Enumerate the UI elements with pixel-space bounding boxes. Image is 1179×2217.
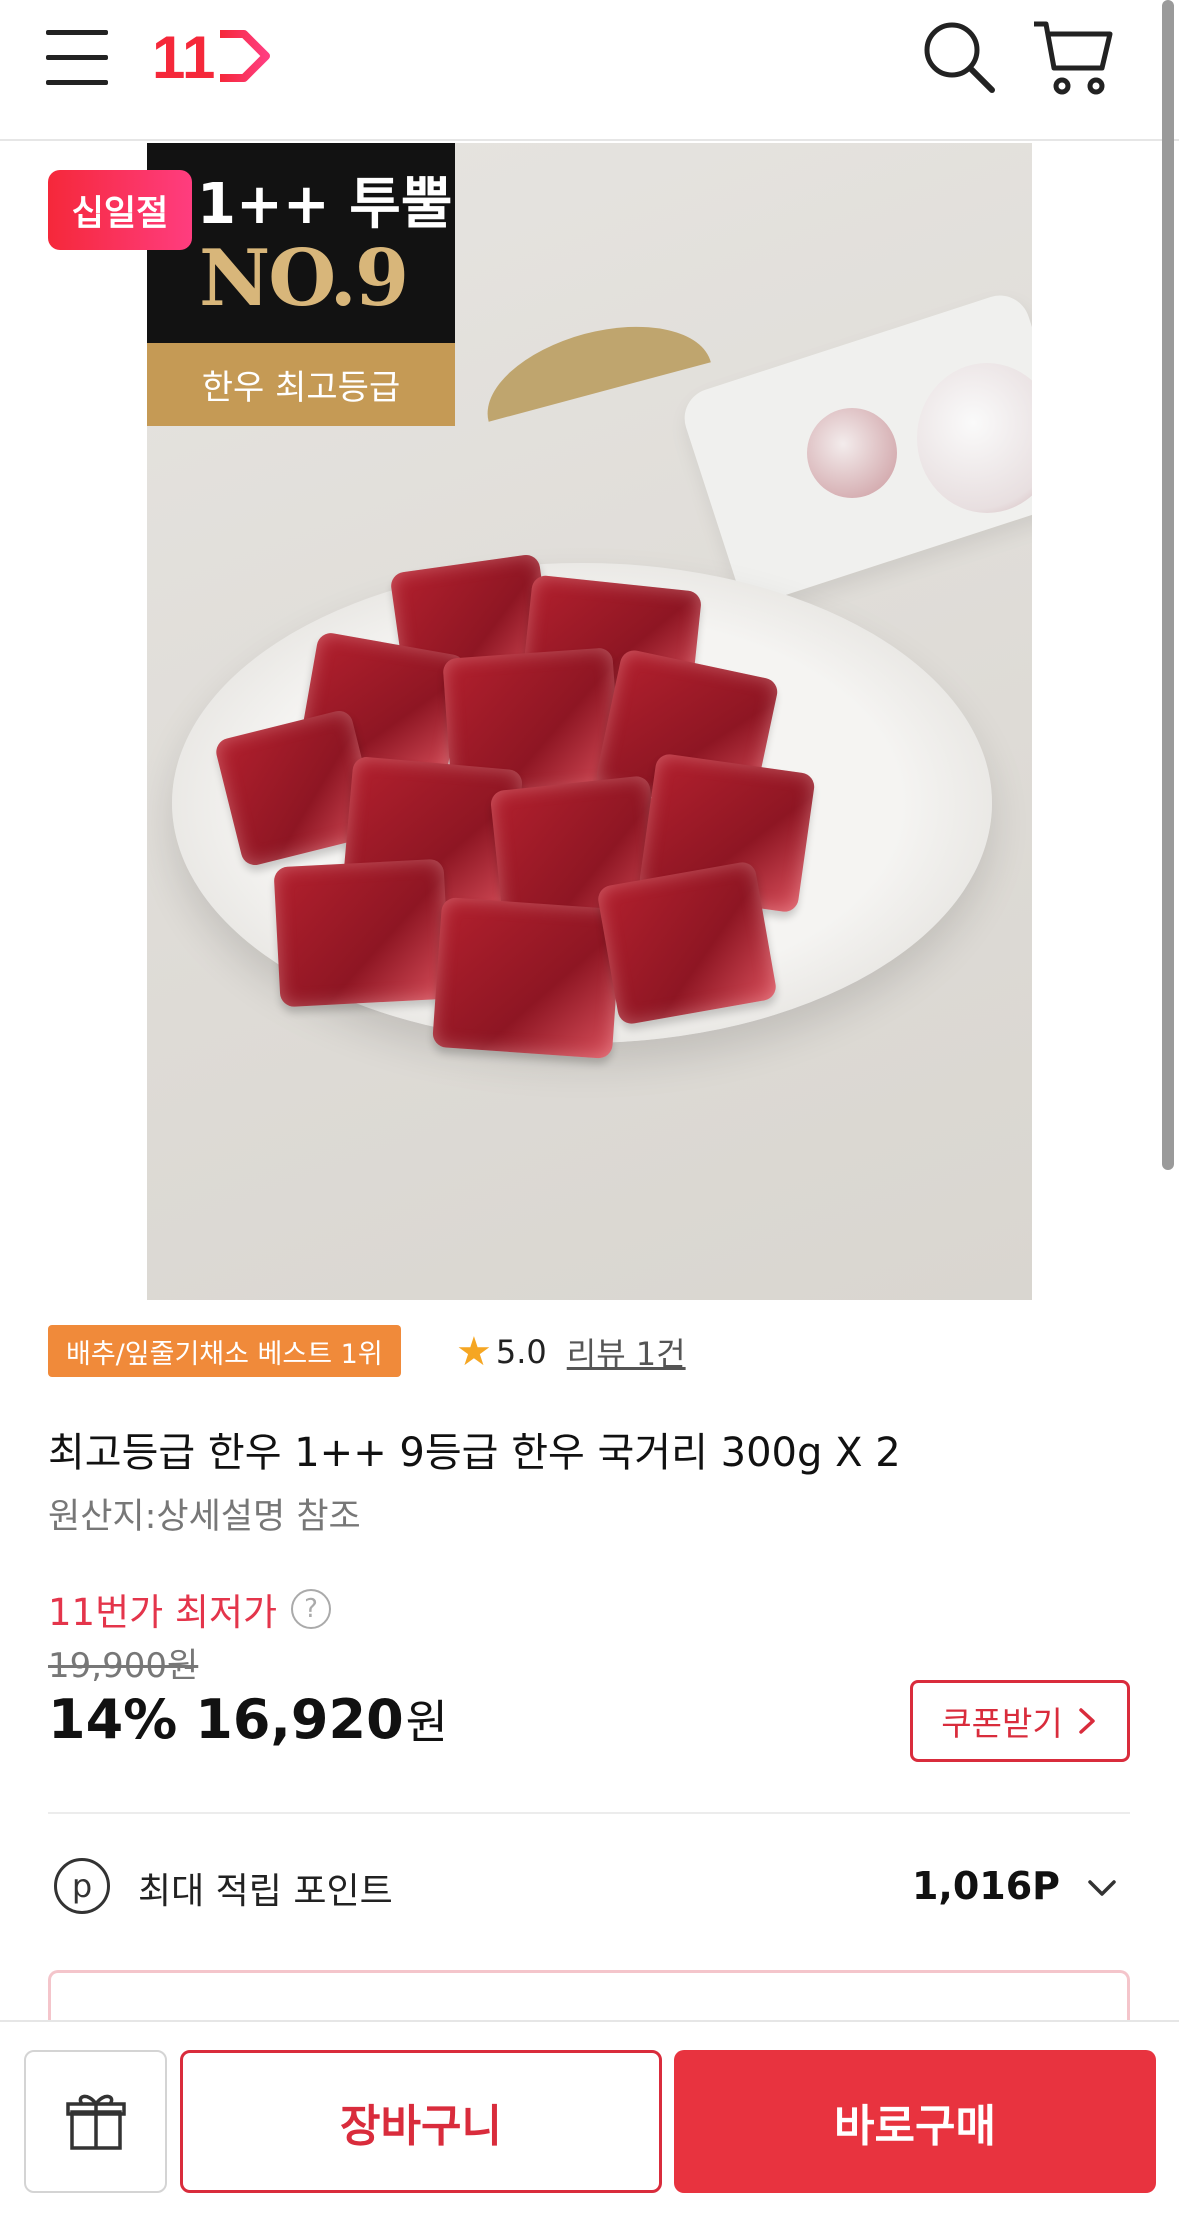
hamburger-menu-icon[interactable] — [44, 28, 110, 86]
chevron-right-icon — [1078, 1708, 1095, 1734]
sale-price: 16,920 — [195, 1688, 404, 1751]
top-nav-bar: 11 — [0, 0, 1179, 141]
lowest-price-label: 11번가 최저가 ? — [48, 1582, 332, 1636]
add-to-cart-button[interactable]: 장바구니 — [180, 2050, 662, 2193]
page-scrollbar[interactable] — [1162, 0, 1174, 1170]
grade-text: 1++ 투뿔 — [197, 172, 453, 237]
rating-summary: ★ 5.0 리뷰 1건 — [456, 1328, 686, 1376]
max-points-row[interactable]: p 최대 적립 포인트 1,016P — [48, 1850, 1130, 1920]
buy-now-button[interactable]: 바로구매 — [674, 2050, 1156, 2193]
points-label: 최대 적립 포인트 — [138, 1871, 393, 1912]
grade-badge: 1++ 투뿔 NO.9 한우 최고등급 — [147, 143, 455, 426]
lowest-price-text: 11번가 최저가 — [48, 1591, 278, 1634]
search-icon[interactable] — [920, 18, 998, 96]
chevron-down-icon[interactable] — [1084, 1870, 1120, 1906]
11st-logo[interactable]: 11 — [152, 24, 272, 91]
product-title: 최고등급 한우 1++ 9등급 한우 국거리 300g X 2 — [48, 1430, 901, 1476]
grade-number: NO.9 — [199, 233, 409, 324]
grade-caption: 한우 최고등급 — [147, 343, 455, 426]
review-count-link[interactable]: 리뷰 1건 — [567, 1329, 686, 1375]
get-coupon-button[interactable]: 쿠폰받기 — [910, 1680, 1130, 1762]
rating-score: 5.0 — [495, 1333, 547, 1371]
sale-price-line: 14% 16,920 원 — [48, 1686, 448, 1752]
original-price: 19,900원 — [48, 1646, 199, 1686]
bottom-action-bar: 장바구니 바로구매 — [0, 2020, 1179, 2217]
point-icon: p — [54, 1858, 110, 1914]
gift-icon[interactable] — [24, 2050, 167, 2193]
festival-tag: 십일절 — [48, 170, 192, 250]
coupon-button-label: 쿠폰받기 — [941, 1704, 1063, 1743]
section-divider — [48, 1812, 1130, 1814]
help-icon[interactable]: ? — [291, 1589, 332, 1629]
shopping-cart-icon[interactable] — [1030, 16, 1114, 98]
logo-number: 11 — [152, 24, 215, 88]
best-ranking-badge[interactable]: 배추/잎줄기채소 베스트 1위 — [48, 1325, 401, 1377]
product-origin: 원산지:상세설명 참조 — [48, 1497, 361, 1537]
points-value: 1,016P — [911, 1864, 1060, 1908]
star-icon: ★ — [456, 1329, 492, 1375]
currency-unit: 원 — [405, 1695, 448, 1749]
discount-rate: 14% — [48, 1688, 178, 1751]
